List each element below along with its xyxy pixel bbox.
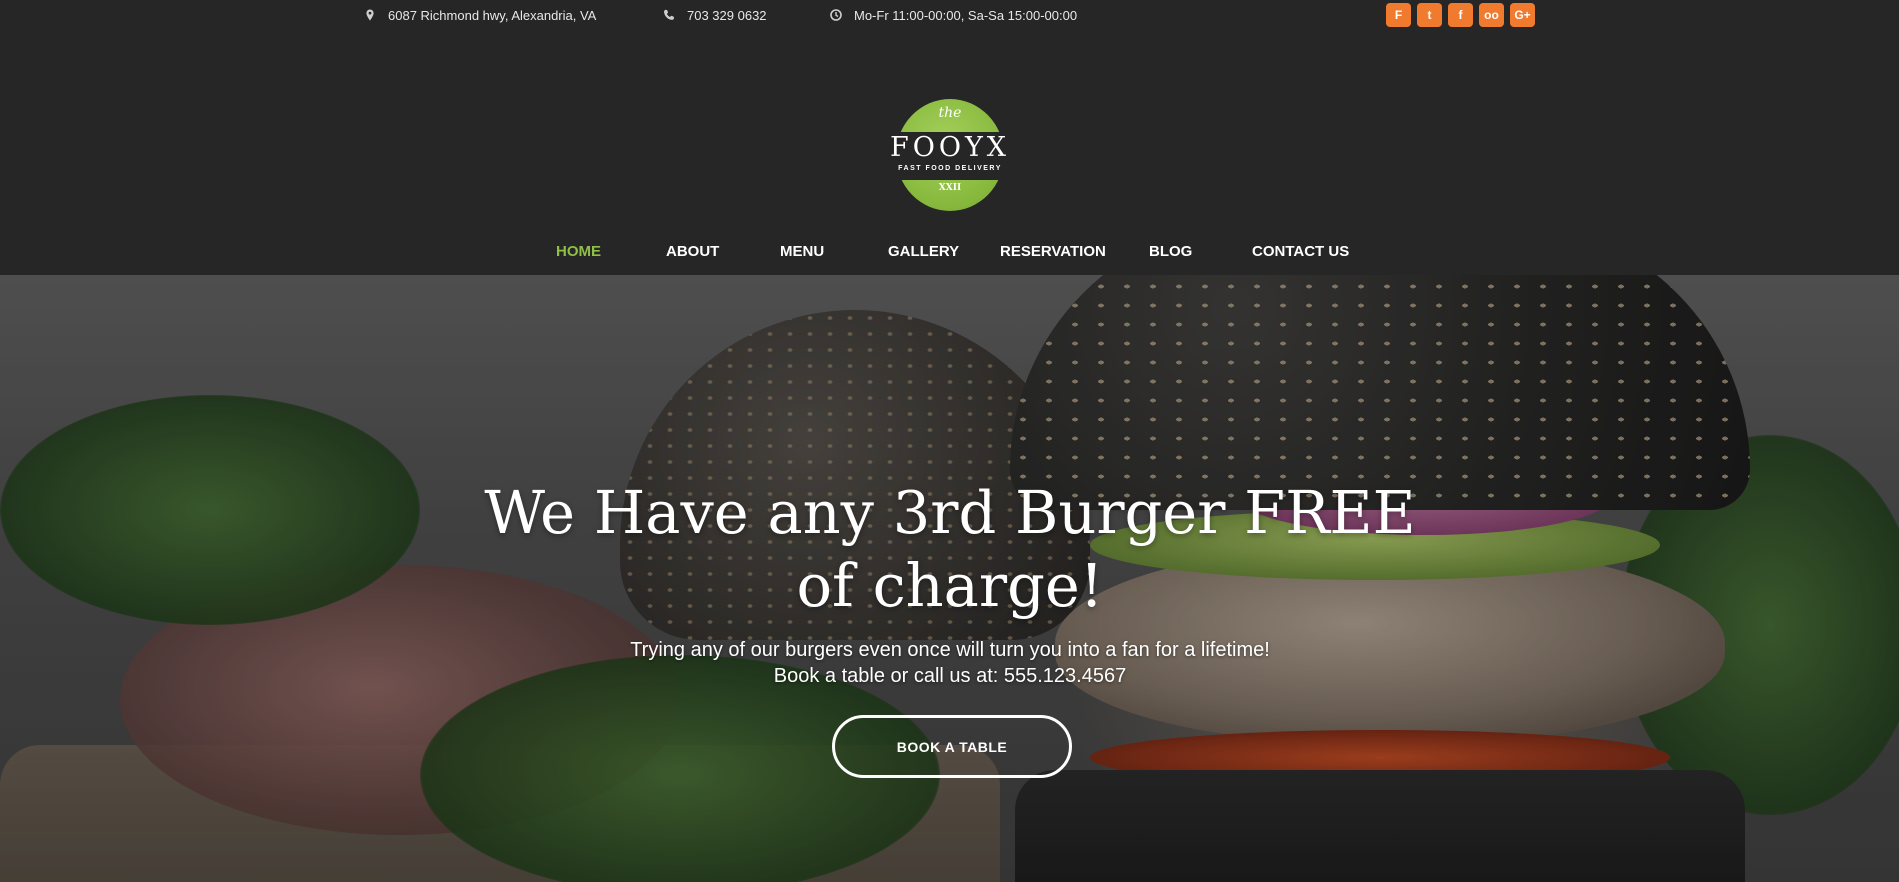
- nav-item-gallery[interactable]: GALLERY: [888, 237, 959, 267]
- phone-info[interactable]: 703 329 0632: [663, 0, 767, 30]
- nav-item-home[interactable]: HOME: [556, 237, 601, 267]
- hero-title: We Have any 3rd Burger FREE of charge!: [450, 476, 1450, 622]
- nav-item-menu[interactable]: MENU: [780, 237, 824, 267]
- social-links: F t f oo G+: [1386, 3, 1535, 27]
- hero-subtitle: Trying any of our burgers even once will…: [450, 637, 1450, 689]
- logo-tagline: FAST FOOD DELIVERY: [898, 165, 1002, 172]
- logo-roman-numeral: XXII: [938, 183, 962, 193]
- phone-icon: [664, 9, 674, 20]
- hero-title-line: of charge!: [796, 551, 1104, 620]
- google-plus-icon[interactable]: G+: [1510, 3, 1535, 27]
- nav-item-about[interactable]: ABOUT: [666, 237, 719, 267]
- nav-item-reservation[interactable]: RESERVATION: [1000, 237, 1106, 267]
- foursquare-icon[interactable]: F: [1386, 3, 1411, 27]
- book-a-table-button[interactable]: BOOK A TABLE: [832, 715, 1072, 778]
- logo-the-text: the: [938, 105, 962, 121]
- facebook-icon[interactable]: f: [1448, 3, 1473, 27]
- site-logo[interactable]: the FOOYX FAST FOOD DELIVERY XXII: [888, 99, 1012, 211]
- address-info: 6087 Richmond hwy, Alexandria, VA: [364, 0, 596, 30]
- phone-text: 703 329 0632: [687, 7, 767, 23]
- clock-icon: [830, 9, 842, 21]
- top-info-bar: 6087 Richmond hwy, Alexandria, VA 703 32…: [0, 0, 1899, 30]
- nav-item-contact-us[interactable]: CONTACT US: [1252, 237, 1349, 267]
- hero-subtitle-line: Trying any of our burgers even once will…: [630, 639, 1270, 661]
- site-header: the FOOYX FAST FOOD DELIVERY XXII HOME A…: [0, 30, 1899, 275]
- hero-subtitle-line: Book a table or call us at: 555.123.4567: [773, 665, 1127, 687]
- hours-text: Mo-Fr 11:00-00:00, Sa-Sa 15:00-00:00: [854, 7, 1078, 23]
- nav-item-blog[interactable]: BLOG: [1149, 237, 1192, 267]
- address-text: 6087 Richmond hwy, Alexandria, VA: [388, 7, 597, 23]
- logo-name: FOOYX: [889, 132, 1011, 163]
- hero-banner: We Have any 3rd Burger FREE of charge! T…: [0, 275, 1899, 882]
- tripadvisor-icon[interactable]: oo: [1479, 3, 1504, 27]
- main-nav: HOME ABOUT MENU GALLERY RESERVATION BLOG…: [0, 237, 1899, 267]
- twitter-icon[interactable]: t: [1417, 3, 1442, 27]
- map-pin-icon: [366, 9, 374, 21]
- hours-info: Mo-Fr 11:00-00:00, Sa-Sa 15:00-00:00: [830, 0, 1077, 30]
- hero-title-line: We Have any 3rd Burger FREE: [484, 478, 1416, 547]
